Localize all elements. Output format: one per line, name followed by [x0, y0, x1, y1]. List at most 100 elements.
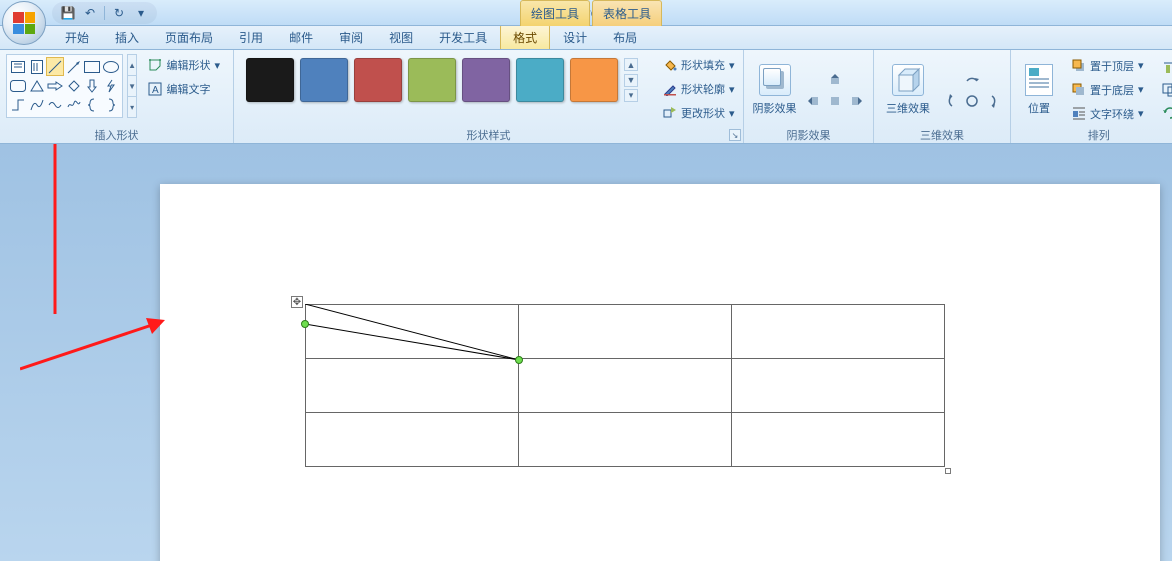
shape-left-brace-icon[interactable] [83, 96, 101, 115]
table-cell[interactable] [306, 413, 519, 467]
tab-review[interactable]: 审阅 [326, 24, 376, 49]
context-tab-drawing-tools[interactable]: 绘图工具 [520, 0, 590, 26]
shape-styles-launcher-icon[interactable]: ↘ [729, 129, 741, 141]
shape-outline-button[interactable]: 形状轮廓 ▾ [656, 78, 742, 100]
change-shape-button[interactable]: 更改形状 ▾ [656, 102, 742, 124]
shape-lightning-icon[interactable] [101, 76, 119, 95]
tab-references[interactable]: 引用 [226, 24, 276, 49]
table-row[interactable] [306, 359, 945, 413]
qat-customize-icon[interactable]: ▾ [133, 5, 149, 21]
table-cell[interactable] [732, 305, 945, 359]
table-row[interactable] [306, 413, 945, 467]
tab-mailings[interactable]: 邮件 [276, 24, 326, 49]
table-resize-handle[interactable] [945, 468, 951, 474]
style-swatch-2[interactable] [354, 58, 402, 102]
shape-rounded-rect-icon[interactable] [9, 76, 27, 95]
text-wrap-icon [1072, 107, 1086, 121]
shadow-effects-label: 阴影效果 [753, 100, 797, 116]
shape-arrow-line-icon[interactable] [64, 57, 82, 76]
drawn-line-shape-selected[interactable] [305, 304, 519, 360]
shadow-nudge-controls [803, 69, 867, 111]
gallery-scroll-down-icon[interactable]: ▼ [127, 76, 138, 97]
shape-vertical-textbox-icon[interactable] [27, 57, 45, 76]
rotate-button[interactable] [1159, 102, 1172, 122]
edit-shape-button[interactable]: 编辑形状 ▾ [141, 54, 227, 76]
table-cell[interactable] [519, 413, 732, 467]
style-swatch-0[interactable] [246, 58, 294, 102]
tilt-right-icon[interactable] [984, 91, 1004, 111]
tab-developer[interactable]: 开发工具 [426, 24, 500, 49]
redo-icon[interactable]: ↻ [111, 5, 127, 21]
shape-line-icon[interactable] [46, 57, 64, 76]
table-cell[interactable] [732, 413, 945, 467]
shadow-nudge-center-icon[interactable] [825, 91, 845, 111]
style-swatch-3[interactable] [408, 58, 456, 102]
shape-diamond-icon[interactable] [64, 76, 82, 95]
shape-style-gallery[interactable]: ▲ ▼ ▾ [240, 54, 644, 106]
context-tab-table-tools[interactable]: 表格工具 [592, 0, 662, 26]
send-to-back-button[interactable]: 置于底层▾ [1065, 79, 1151, 101]
bring-to-front-button[interactable]: 置于顶层▾ [1065, 55, 1151, 77]
tilt-up-icon[interactable] [962, 69, 982, 89]
tab-home[interactable]: 开始 [52, 24, 102, 49]
table-cell[interactable] [732, 359, 945, 413]
tab-view[interactable]: 视图 [376, 24, 426, 49]
shape-handle-start[interactable] [301, 320, 309, 328]
shape-freeform-icon[interactable] [46, 96, 64, 115]
style-scroll-up-icon[interactable]: ▲ [624, 58, 638, 71]
align-button[interactable] [1159, 58, 1172, 78]
style-scroll-down-icon[interactable]: ▼ [624, 74, 638, 87]
table-cell[interactable] [519, 305, 732, 359]
tilt-center-icon[interactable] [962, 91, 982, 111]
tilt-left-icon[interactable] [940, 91, 960, 111]
document-workspace[interactable]: ✥ [0, 144, 1172, 561]
tab-format[interactable]: 格式 [500, 24, 550, 49]
group-objects-button[interactable] [1159, 80, 1172, 100]
shape-curve-icon[interactable] [27, 96, 45, 115]
shape-fill-button[interactable]: 形状填充 ▾ [656, 54, 742, 76]
style-more-icon[interactable]: ▾ [624, 89, 638, 102]
shape-right-brace-icon[interactable] [101, 96, 119, 115]
tab-insert[interactable]: 插入 [102, 24, 152, 49]
style-swatch-1[interactable] [300, 58, 348, 102]
shape-rectangle-icon[interactable] [83, 57, 101, 76]
style-swatch-5[interactable] [516, 58, 564, 102]
save-icon[interactable]: 💾 [60, 5, 76, 21]
shape-scribble-icon[interactable] [64, 96, 82, 115]
style-swatch-4[interactable] [462, 58, 510, 102]
edit-text-button[interactable]: A 编辑文字 [141, 78, 227, 100]
shadow-nudge-left-icon[interactable] [803, 91, 823, 111]
office-button[interactable] [2, 1, 46, 45]
style-swatch-6[interactable] [570, 58, 618, 102]
tab-layout[interactable]: 布局 [600, 24, 650, 49]
shape-handle-end[interactable] [515, 356, 523, 364]
table-move-handle-icon[interactable]: ✥ [291, 296, 303, 308]
undo-icon[interactable]: ↶ [82, 5, 98, 21]
contextual-tab-area: 绘图工具 表格工具 [520, 0, 664, 26]
threeD-tilt-controls [940, 69, 1004, 111]
tab-page-layout[interactable]: 页面布局 [152, 24, 226, 49]
table-cell[interactable] [306, 359, 519, 413]
shadow-nudge-up-icon[interactable] [825, 69, 845, 89]
shape-oval-icon[interactable] [101, 57, 119, 76]
group-shape-styles: ▲ ▼ ▾ 形状填充 ▾ 形状轮廓 ▾ 更改形状 [234, 50, 744, 143]
position-button[interactable]: 位置 [1017, 57, 1061, 123]
page[interactable]: ✥ [160, 184, 1160, 561]
shape-fill-label: 形状填充 [681, 57, 725, 73]
gallery-scroll-up-icon[interactable]: ▲ [127, 54, 138, 76]
text-wrapping-button[interactable]: 文字环绕▾ [1065, 103, 1151, 125]
shapes-gallery[interactable] [6, 54, 123, 118]
shape-triangle-icon[interactable] [27, 76, 45, 95]
shadow-effects-button[interactable]: 阴影效果 [750, 57, 799, 123]
shadow-nudge-right-icon[interactable] [847, 91, 867, 111]
shape-down-arrow-icon[interactable] [83, 76, 101, 95]
gallery-more-icon[interactable]: ▾ [127, 97, 138, 118]
tab-design[interactable]: 设计 [550, 24, 600, 49]
shape-elbow-connector-icon[interactable] [9, 96, 27, 115]
shape-right-arrow-icon[interactable] [46, 76, 64, 95]
shape-textbox-icon[interactable] [9, 57, 27, 76]
table-cell[interactable] [519, 359, 732, 413]
rotate-icon [1162, 105, 1172, 119]
threeD-effects-button[interactable]: 三维效果 [880, 57, 936, 123]
group-arrange: 位置 置于顶层▾ 置于底层▾ 文字环绕▾ [1011, 50, 1172, 143]
